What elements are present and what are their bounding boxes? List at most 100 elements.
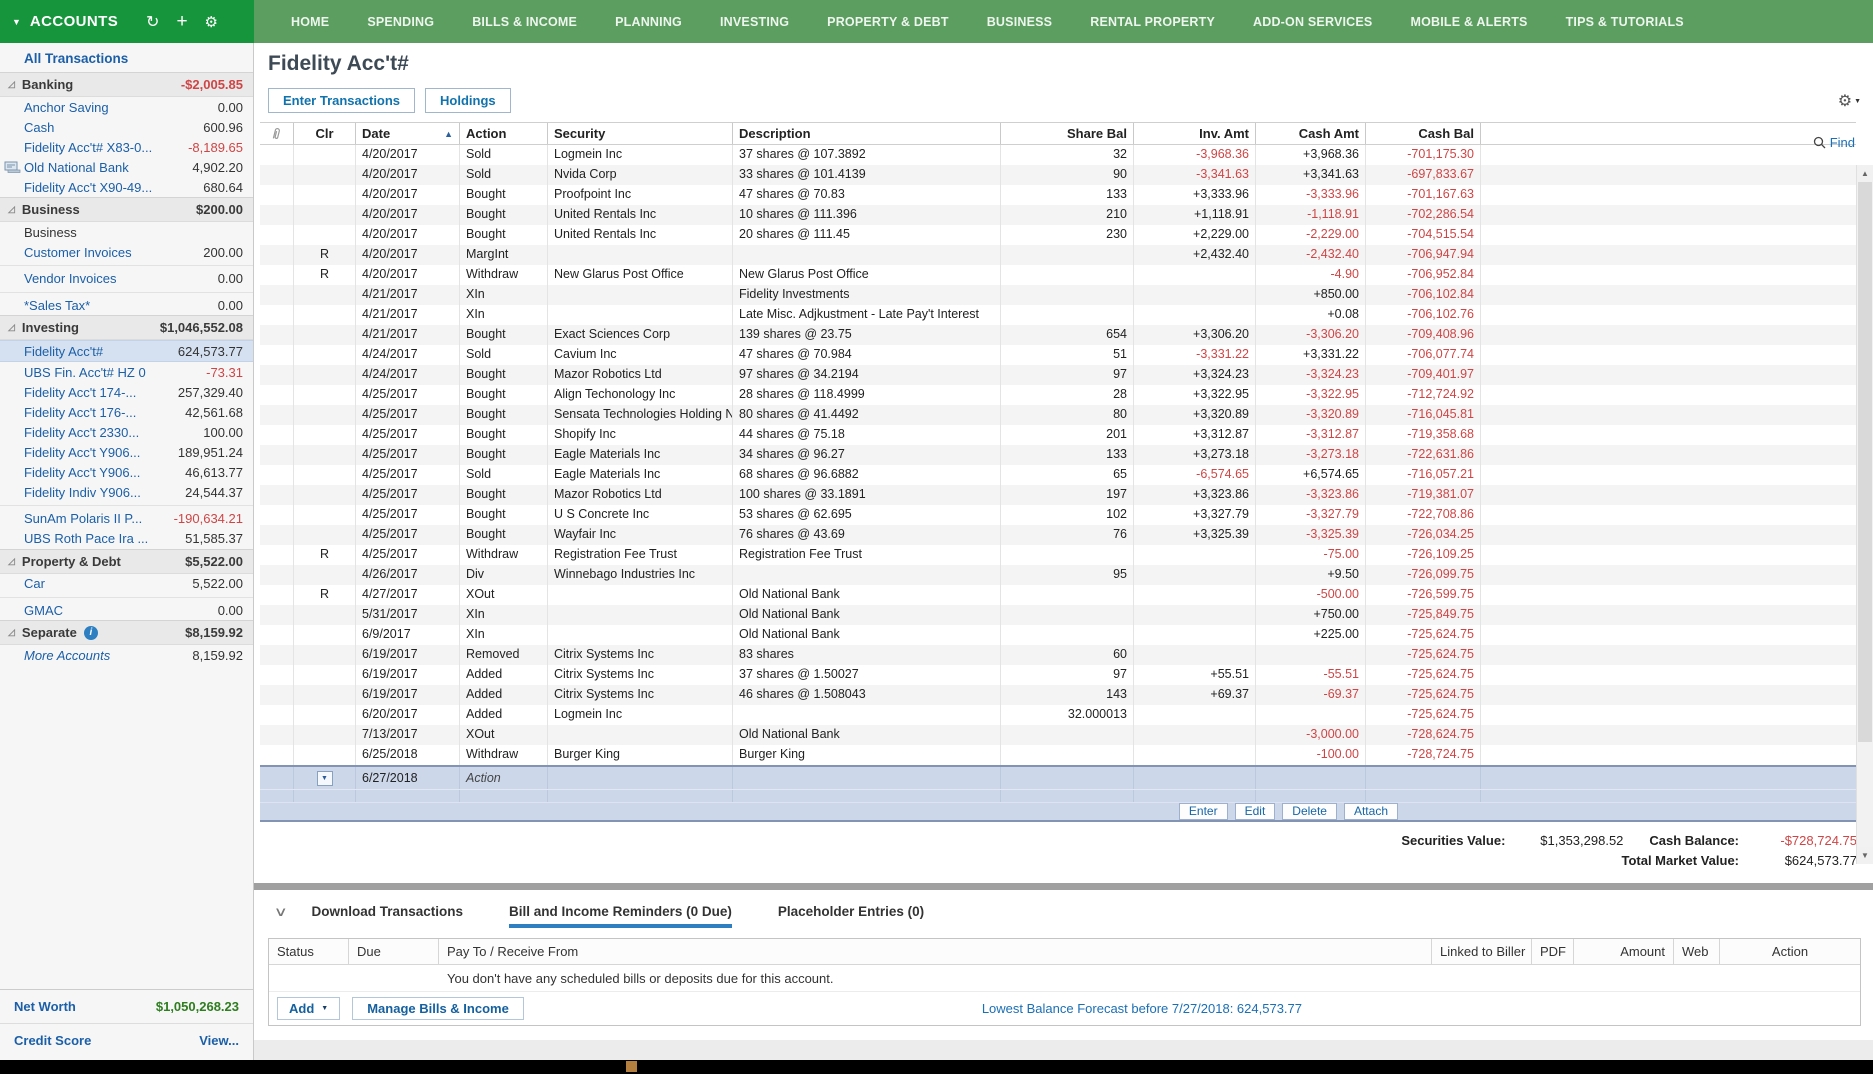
collapse-triangle-icon[interactable]: ◿ (8, 79, 15, 90)
transaction-row[interactable]: R4/20/2017WithdrawNew Glarus Post Office… (260, 265, 1856, 285)
col-header-clr[interactable]: Clr (294, 123, 356, 144)
info-icon[interactable]: i (84, 626, 98, 640)
nav-item-business[interactable]: BUSINESS (968, 15, 1072, 29)
transaction-row[interactable]: 6/19/2017RemovedCitrix Systems Inc83 sha… (260, 645, 1856, 665)
sort-asc-icon[interactable]: ▲ (436, 129, 453, 139)
col-header-share[interactable]: Share Bal (1001, 123, 1134, 144)
transaction-row[interactable]: 4/24/2017SoldCavium Inc47 shares @ 70.98… (260, 345, 1856, 365)
transaction-row[interactable]: 4/25/2017BoughtU S Concrete Inc53 shares… (260, 505, 1856, 525)
accounts-collapse-icon[interactable]: ▼ (12, 17, 21, 27)
transaction-row[interactable]: 4/25/2017BoughtSensata Technologies Hold… (260, 405, 1856, 425)
edit-button[interactable]: Edit (1235, 803, 1276, 820)
collapse-chevron-icon[interactable]: ∨ (274, 904, 288, 920)
transaction-row[interactable]: 4/21/2017XInFidelity Investments+850.00-… (260, 285, 1856, 305)
transaction-row[interactable]: 7/13/2017XOutOld National Bank-3,000.00-… (260, 725, 1856, 745)
col-header-desc[interactable]: Description (733, 123, 1001, 144)
sidebar-item-all-transactions[interactable]: All Transactions (0, 43, 253, 72)
sidebar-item-fidelity-indiv-y906[interactable]: Fidelity Indiv Y906...24,544.37 (0, 482, 253, 502)
sidebar-item-fidelity-acc-t-x90-49[interactable]: Fidelity Acc't X90-49...680.64 (0, 177, 253, 197)
col-header-attach[interactable] (260, 123, 294, 144)
transaction-row[interactable]: 4/20/2017BoughtProofpoint Inc47 shares @… (260, 185, 1856, 205)
nav-item-property-debt[interactable]: PROPERTY & DEBT (808, 15, 968, 29)
sidebar-item-ubs-fin-acc-t-hz-0[interactable]: UBS Fin. Acc't# HZ 0-73.31 (0, 362, 253, 382)
accounts-gear-icon[interactable]: ⚙ (205, 13, 218, 31)
transaction-row[interactable]: 4/20/2017SoldNvida Corp33 shares @ 101.4… (260, 165, 1856, 185)
transaction-row[interactable]: 4/21/2017BoughtExact Sciences Corp139 sh… (260, 325, 1856, 345)
sidebar-item-fidelity-acc-t-2330[interactable]: Fidelity Acc't 2330...100.00 (0, 422, 253, 442)
transaction-row[interactable]: 4/25/2017BoughtWayfair Inc76 shares @ 43… (260, 525, 1856, 545)
reminders-col-status[interactable]: Status (269, 939, 349, 964)
collapse-triangle-icon[interactable]: ◿ (8, 204, 15, 215)
transaction-row[interactable]: 4/25/2017BoughtEagle Materials Inc34 sha… (260, 445, 1856, 465)
sidebar-item-ubs-roth-pace-ira[interactable]: UBS Roth Pace Ira ...51,585.37 (0, 529, 253, 549)
reminders-col-pdf[interactable]: PDF (1532, 939, 1574, 964)
transaction-row[interactable]: R4/27/2017XOutOld National Bank-500.00-7… (260, 585, 1856, 605)
credit-score-view-link[interactable]: View... (199, 1033, 239, 1048)
nav-item-spending[interactable]: SPENDING (348, 15, 453, 29)
sidebar-item-fidelity-acc-t-176[interactable]: Fidelity Acc't 176-...42,561.68 (0, 402, 253, 422)
sidebar-item-fidelity-acc-t[interactable]: Fidelity Acc't#624,573.77 (0, 340, 253, 362)
transaction-row[interactable]: 4/25/2017SoldEagle Materials Inc68 share… (260, 465, 1856, 485)
sidebar-item-fidelity-acc-t-x83-0[interactable]: Fidelity Acc't# X83-0...-8,189.65 (0, 137, 253, 157)
nav-item-home[interactable]: HOME (272, 15, 348, 29)
group-header-investing[interactable]: ◿Investing$1,046,552.08 (0, 315, 253, 340)
sidebar-item-anchor-saving[interactable]: Anchor Saving0.00 (0, 97, 253, 117)
nav-item-bills-income[interactable]: BILLS & INCOME (453, 15, 596, 29)
reminders-col-pay-to-receive-from[interactable]: Pay To / Receive From (439, 939, 1432, 964)
sidebar-item-old-national-bank[interactable]: Old National Bank4,902.20 (0, 157, 253, 177)
collapse-triangle-icon[interactable]: ◿ (8, 627, 15, 638)
add-reminder-button[interactable]: Add ▼ (277, 997, 340, 1020)
sidebar-item-fidelity-acc-t-y906[interactable]: Fidelity Acc't Y906...46,613.77 (0, 462, 253, 482)
transaction-row[interactable]: 4/25/2017BoughtMazor Robotics Ltd100 sha… (260, 485, 1856, 505)
panel-divider[interactable] (254, 883, 1873, 890)
scrollbar-down-icon[interactable]: ▼ (1857, 847, 1873, 864)
reminders-col-action[interactable]: Action (1720, 939, 1860, 964)
sidebar-item-fidelity-acc-t-174[interactable]: Fidelity Acc't 174-...257,329.40 (0, 382, 253, 402)
transaction-row[interactable]: 4/21/2017XInLate Misc. Adjkustment - Lat… (260, 305, 1856, 325)
new-transaction-row[interactable]: ▼6/27/2018Action (260, 767, 1856, 789)
reminders-col-amount[interactable]: Amount (1574, 939, 1674, 964)
nav-item-mobile-alerts[interactable]: MOBILE & ALERTS (1391, 15, 1546, 29)
group-header-property-debt[interactable]: ◿Property & Debt$5,522.00 (0, 549, 253, 574)
attach-button[interactable]: Attach (1344, 803, 1398, 820)
add-account-icon[interactable]: + (176, 11, 187, 33)
scrollbar-thumb[interactable] (1858, 182, 1872, 742)
col-header-bal[interactable]: Cash Bal (1366, 123, 1481, 144)
transaction-row[interactable]: 4/20/2017SoldLogmein Inc37 shares @ 107.… (260, 145, 1856, 165)
find-control[interactable]: Find (1813, 135, 1855, 150)
transaction-row[interactable]: 4/24/2017BoughtMazor Robotics Ltd97 shar… (260, 365, 1856, 385)
new-row-cell-clr[interactable]: ▼ (294, 767, 356, 789)
transaction-row[interactable]: 6/25/2018WithdrawBurger KingBurger King-… (260, 745, 1856, 765)
new-transaction-empty-row[interactable] (260, 789, 1856, 802)
nav-item-planning[interactable]: PLANNING (596, 15, 701, 29)
transaction-row[interactable]: 6/19/2017AddedCitrix Systems Inc37 share… (260, 665, 1856, 685)
sidebar-item-cash[interactable]: Cash600.96 (0, 117, 253, 137)
sidebar-item-fidelity-acc-t-y906[interactable]: Fidelity Acc't Y906...189,951.24 (0, 442, 253, 462)
sidebar-item-more-accounts[interactable]: More Accounts8,159.92 (0, 645, 253, 665)
sidebar-item-vendor-invoices[interactable]: Vendor Invoices0.00 (0, 265, 253, 289)
refresh-icon[interactable]: ↻ (146, 12, 159, 32)
transaction-row[interactable]: 4/20/2017BoughtUnited Rentals Inc20 shar… (260, 225, 1856, 245)
transaction-row[interactable]: 5/31/2017XInOld National Bank+750.00-725… (260, 605, 1856, 625)
transaction-row[interactable]: 4/26/2017DivWinnebago Industries Inc95+9… (260, 565, 1856, 585)
col-header-action[interactable]: Action (460, 123, 548, 144)
sidebar-item-sales-tax[interactable]: *Sales Tax*0.00 (0, 292, 253, 316)
reminders-col-linked-to-biller[interactable]: Linked to Biller (1432, 939, 1532, 964)
tab-download-transactions[interactable]: Download Transactions (312, 904, 464, 928)
enter-transactions-button[interactable]: Enter Transactions (268, 88, 415, 113)
nav-item-investing[interactable]: INVESTING (701, 15, 808, 29)
col-header-inv[interactable]: Inv. Amt (1134, 123, 1256, 144)
tab-bill-and-income-reminders-0-due[interactable]: Bill and Income Reminders (0 Due) (509, 904, 732, 928)
nav-item-tips-tutorials[interactable]: TIPS & TUTORIALS (1547, 15, 1703, 29)
reminders-col-web[interactable]: Web (1674, 939, 1720, 964)
sidebar-item-business[interactable]: Business (0, 222, 253, 242)
sidebar-item-car[interactable]: Car5,522.00 (0, 574, 253, 594)
sidebar-item-sunam-polaris-ii-p[interactable]: SunAm Polaris II P...-190,634.21 (0, 505, 253, 529)
sidebar-item-customer-invoices[interactable]: Customer Invoices200.00 (0, 242, 253, 262)
group-header-separate[interactable]: ◿Separatei$8,159.92 (0, 620, 253, 645)
collapse-triangle-icon[interactable]: ◿ (8, 322, 15, 333)
enter-button[interactable]: Enter (1179, 803, 1228, 820)
holdings-button[interactable]: Holdings (425, 88, 511, 113)
transaction-row[interactable]: 4/25/2017BoughtAlign Techonology Inc28 s… (260, 385, 1856, 405)
reminders-col-due[interactable]: Due (349, 939, 439, 964)
